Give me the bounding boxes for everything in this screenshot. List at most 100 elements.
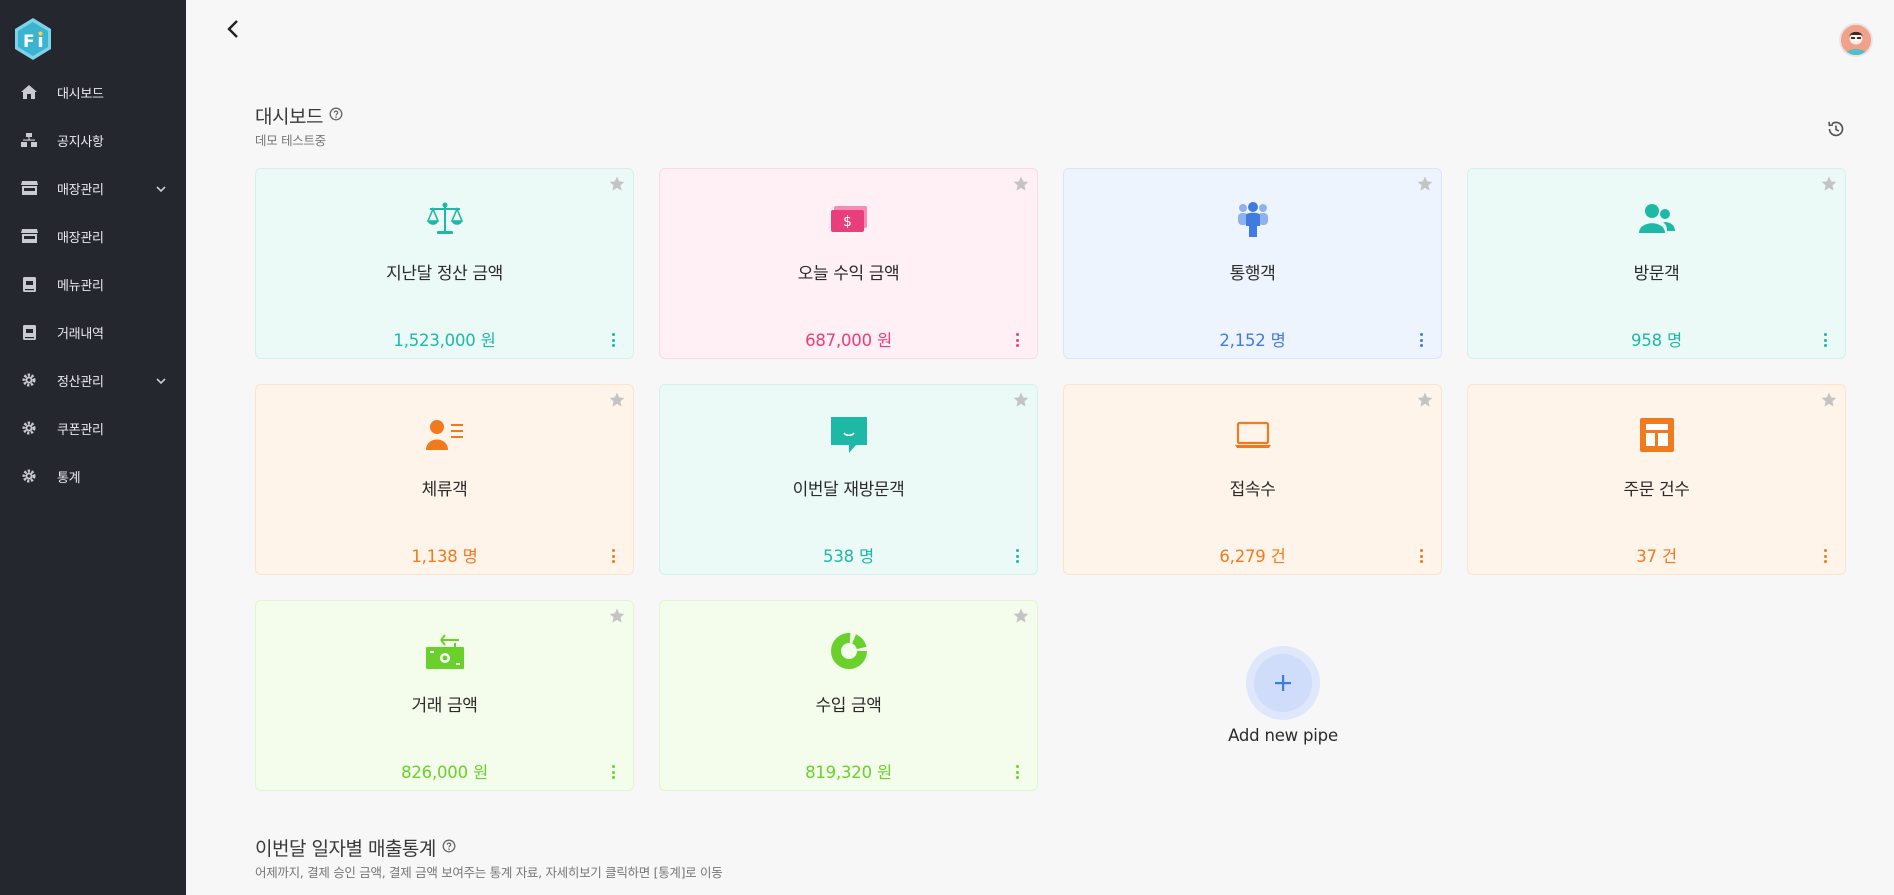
sidebar-item-label: 통계: [57, 470, 81, 486]
more-vertical-icon[interactable]: [607, 332, 619, 348]
card-title: 거래 금액: [411, 696, 478, 716]
sidebar-item-label: 쿠폰관리: [57, 422, 104, 438]
card-title: 오늘 수익 금액: [797, 264, 900, 284]
star-icon[interactable]: [1820, 391, 1838, 409]
logo-icon[interactable]: F: [12, 16, 54, 62]
sidebar-item-label: 대시보드: [57, 86, 104, 102]
star-icon[interactable]: [1416, 175, 1434, 193]
stat-card[interactable]: 수입 금액 819,320 원: [659, 600, 1038, 791]
book-icon: [20, 323, 38, 341]
stat-card[interactable]: 주문 건수 37 건: [1467, 384, 1846, 575]
card-value: 687,000 원: [805, 331, 892, 350]
sidebar-item-settlement[interactable]: 정산관리: [0, 356, 186, 404]
more-vertical-icon[interactable]: [1011, 332, 1023, 348]
more-vertical-icon[interactable]: [1415, 332, 1427, 348]
plus-icon: [1254, 654, 1312, 712]
stat-card[interactable]: 이번달 재방문객 538 명: [659, 384, 1038, 575]
sidebar: F 대시보드 공지사항 매장관리 매장관리 메뉴관리 거래내역 정산관리 쿠폰관…: [0, 0, 186, 895]
help-icon[interactable]: [329, 106, 343, 125]
sidebar-item-label: 매장관리: [57, 230, 104, 246]
stat-card[interactable]: 통행객 2,152 명: [1063, 168, 1442, 359]
sidebar-item-label: 거래내역: [57, 326, 104, 342]
store-icon: [20, 227, 38, 245]
svg-text:F: F: [23, 32, 35, 52]
add-new-pipe-label: Add new pipe: [1228, 726, 1338, 745]
more-vertical-icon[interactable]: [607, 548, 619, 564]
section-subtitle: 어제까지, 결제 승인 금액, 결제 금액 보여주는 통계 자료, 자세히보기 …: [255, 865, 723, 880]
more-vertical-icon[interactable]: [1819, 332, 1831, 348]
star-icon[interactable]: [608, 175, 626, 193]
card-title: 접속수: [1229, 480, 1276, 500]
chat-icon: [829, 415, 869, 455]
store-icon: [20, 179, 38, 197]
gear-icon: [20, 419, 38, 437]
more-vertical-icon[interactable]: [1415, 548, 1427, 564]
card-value: 819,320 원: [805, 763, 892, 782]
star-icon[interactable]: [1012, 391, 1030, 409]
book-icon: [20, 275, 38, 293]
star-icon[interactable]: [608, 607, 626, 625]
people-group-icon: [1233, 199, 1273, 239]
star-icon[interactable]: [1012, 607, 1030, 625]
star-icon[interactable]: [1416, 391, 1434, 409]
sidebar-item-menu[interactable]: 메뉴관리: [0, 260, 186, 308]
card-value: 1,138 명: [411, 547, 478, 566]
sidebar-item-label: 공지사항: [57, 134, 104, 150]
back-button[interactable]: [218, 14, 248, 44]
card-title: 방문객: [1633, 264, 1680, 284]
stat-card[interactable]: 방문객 958 명: [1467, 168, 1846, 359]
stat-card[interactable]: 지난달 정산 금액 1,523,000 원: [255, 168, 634, 359]
chevron-down-icon[interactable]: [154, 373, 168, 387]
stat-card[interactable]: 체류객 1,138 명: [255, 384, 634, 575]
card-title: 수입 금액: [815, 696, 882, 716]
avatar[interactable]: [1839, 23, 1873, 57]
more-vertical-icon[interactable]: [1011, 764, 1023, 780]
stat-card[interactable]: $ 오늘 수익 금액 687,000 원: [659, 168, 1038, 359]
sidebar-item-statistics[interactable]: 통계: [0, 452, 186, 500]
card-value: 826,000 원: [401, 763, 488, 782]
laptop-icon: [1233, 415, 1273, 455]
card-title: 이번달 재방문객: [792, 480, 905, 500]
sidebar-item-store[interactable]: 매장관리: [0, 212, 186, 260]
user-list-icon: [425, 415, 465, 455]
card-value: 37 건: [1636, 547, 1677, 566]
more-vertical-icon[interactable]: [607, 764, 619, 780]
card-value: 958 명: [1631, 331, 1682, 350]
card-value: 1,523,000 원: [393, 331, 496, 350]
card-value: 6,279 건: [1219, 547, 1286, 566]
money-icon: $: [829, 199, 869, 239]
star-icon[interactable]: [1820, 175, 1838, 193]
main-content: 대시보드 데모 테스트중 지난달 정산 금액 1,523,000 원 $ 오늘 …: [186, 0, 1894, 895]
page-subtitle: 데모 테스트중: [255, 133, 326, 148]
sidebar-item-dashboard[interactable]: 대시보드: [0, 68, 186, 116]
sidebar-item-coupon[interactable]: 쿠폰관리: [0, 404, 186, 452]
sidebar-item-label: 매장관리: [57, 182, 104, 198]
cash-exchange-icon: [425, 631, 465, 671]
gear-icon: [20, 371, 38, 389]
sidebar-item-store-group[interactable]: 매장관리: [0, 164, 186, 212]
card-title: 주문 건수: [1623, 480, 1690, 500]
svg-text:$: $: [843, 214, 852, 230]
sidebar-item-notice[interactable]: 공지사항: [0, 116, 186, 164]
sitemap-icon: [20, 131, 38, 149]
chevron-down-icon[interactable]: [154, 181, 168, 195]
gear-icon: [20, 467, 38, 485]
card-value: 2,152 명: [1219, 331, 1286, 350]
sidebar-item-label: 메뉴관리: [57, 278, 104, 294]
stat-card[interactable]: 거래 금액 826,000 원: [255, 600, 634, 791]
sidebar-nav: 대시보드 공지사항 매장관리 매장관리 메뉴관리 거래내역 정산관리 쿠폰관리 …: [0, 68, 186, 500]
section-title: 이번달 일자별 매출통계: [255, 838, 436, 860]
sidebar-item-transactions[interactable]: 거래내역: [0, 308, 186, 356]
card-value: 538 명: [823, 547, 874, 566]
add-new-pipe-button[interactable]: Add new pipe: [1208, 646, 1358, 745]
chevron-left-icon: [227, 20, 238, 38]
more-vertical-icon[interactable]: [1011, 548, 1023, 564]
history-icon[interactable]: [1826, 119, 1846, 139]
stat-card[interactable]: 접속수 6,279 건: [1063, 384, 1442, 575]
more-vertical-icon[interactable]: [1819, 548, 1831, 564]
card-title: 지난달 정산 금액: [386, 264, 503, 284]
card-title: 체류객: [421, 480, 468, 500]
star-icon[interactable]: [1012, 175, 1030, 193]
help-icon[interactable]: [442, 838, 456, 857]
star-icon[interactable]: [608, 391, 626, 409]
